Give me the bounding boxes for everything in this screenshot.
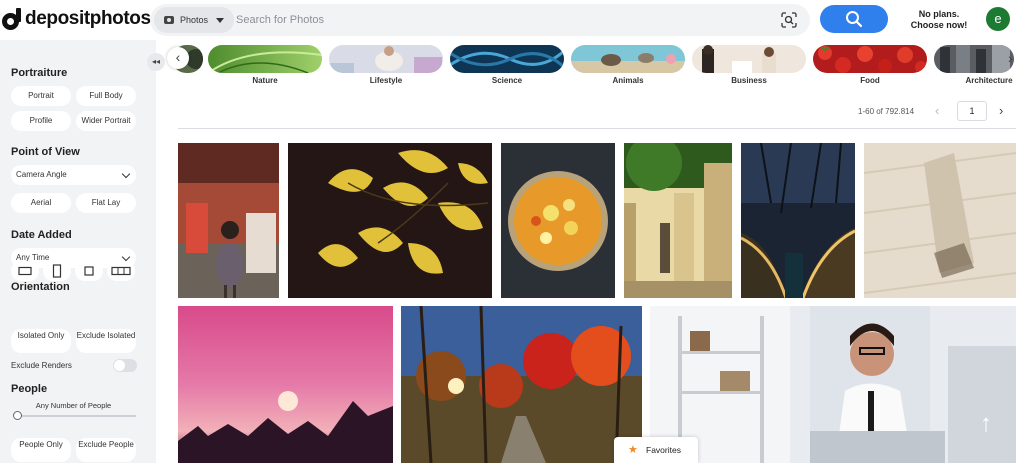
- logo[interactable]: depositphotos: [2, 6, 151, 32]
- photo-night-canal[interactable]: [741, 143, 855, 298]
- scroll-to-top-button[interactable]: ↑: [960, 400, 1012, 450]
- plans-link[interactable]: No plans. Choose now!: [905, 9, 973, 31]
- chevron-down-icon: [121, 252, 131, 262]
- panoramic-orientation-icon: [111, 266, 131, 276]
- category-animals[interactable]: [571, 45, 685, 73]
- filter-full-body[interactable]: Full Body: [76, 86, 136, 106]
- exclude-isolated-button[interactable]: Exclude Isolated: [76, 329, 136, 353]
- photo-wood-texture[interactable]: [864, 143, 1016, 298]
- photo-autumn-forest[interactable]: [401, 306, 642, 463]
- star-icon: ★: [628, 444, 638, 456]
- filter-sidebar: Portraiture Portrait Full Body Profile W…: [0, 40, 156, 463]
- isolated-only-button[interactable]: Isolated Only: [11, 329, 71, 353]
- square-orientation-button[interactable]: [75, 261, 103, 281]
- people-slider-label: Any Number of People: [35, 401, 112, 410]
- search-icon: [846, 11, 863, 28]
- category-label-food: Food: [860, 76, 880, 85]
- photo-girl-street[interactable]: [178, 143, 279, 298]
- vertical-orientation-icon: [52, 264, 62, 278]
- filter-wider-portrait[interactable]: Wider Portrait: [76, 111, 136, 131]
- filter-profile[interactable]: Profile: [11, 111, 71, 131]
- panoramic-orientation-button[interactable]: [107, 261, 135, 281]
- chevron-left-icon: ‹: [175, 49, 181, 65]
- filter-portrait[interactable]: Portrait: [11, 86, 71, 106]
- plans-line-2: Choose now!: [910, 20, 968, 30]
- date-added-title: Date Added: [11, 229, 72, 241]
- horizontal-orientation-button[interactable]: [11, 261, 39, 281]
- search-button[interactable]: [820, 5, 888, 33]
- search-type-label: Photos: [180, 15, 209, 25]
- category-lifestyle[interactable]: [329, 45, 443, 73]
- vertical-orientation-button[interactable]: [43, 261, 71, 281]
- chevron-down-icon: [121, 169, 131, 179]
- category-label-nature: Nature: [252, 76, 278, 85]
- category-label-science: Science: [491, 76, 523, 85]
- category-next-button[interactable]: ›: [1008, 47, 1024, 69]
- search-type-dropdown[interactable]: Photos: [154, 7, 235, 33]
- exclude-renders-label: Exclude Renders: [11, 361, 72, 370]
- results-divider: [178, 128, 1016, 129]
- filter-aerial[interactable]: Aerial: [11, 193, 71, 213]
- category-science[interactable]: [450, 45, 564, 73]
- photo-colonnade[interactable]: [624, 143, 732, 298]
- exclude-renders-toggle[interactable]: [113, 359, 137, 372]
- plans-line-1: No plans.: [918, 9, 960, 19]
- logo-icon: [2, 8, 21, 30]
- page-prev-button[interactable]: ‹: [935, 103, 939, 118]
- photo-pink-sunset[interactable]: [178, 306, 393, 463]
- camera-angle-value: Camera Angle: [16, 170, 67, 179]
- category-label-architecture: Architecture: [965, 76, 1013, 85]
- people-only-button[interactable]: People Only: [11, 438, 71, 462]
- logo-text: depositphotos: [25, 8, 151, 29]
- filter-flat-lay[interactable]: Flat Lay: [76, 193, 136, 213]
- caret-down-icon: [216, 17, 225, 23]
- category-food[interactable]: [813, 45, 927, 73]
- favorites-button[interactable]: ★ Favorites: [614, 437, 698, 463]
- people-title: People: [11, 383, 48, 395]
- favorites-label: Favorites: [646, 445, 681, 455]
- camera-angle-dropdown[interactable]: Camera Angle: [11, 165, 136, 185]
- page-number-input[interactable]: 1: [957, 101, 987, 121]
- category-nature[interactable]: [208, 45, 322, 73]
- visual-search-icon[interactable]: [781, 12, 797, 28]
- search-bar: Photos: [150, 4, 810, 36]
- results-count: 1-60 of 792.814: [858, 107, 915, 116]
- people-slider-handle[interactable]: [13, 411, 22, 420]
- category-label-business: Business: [731, 76, 767, 85]
- camera-icon: [164, 16, 174, 24]
- category-label-lifestyle: Lifestyle: [369, 76, 403, 85]
- avatar[interactable]: e: [986, 7, 1010, 31]
- orientation-title: Orientation: [11, 281, 70, 293]
- horizontal-orientation-icon: [18, 266, 32, 276]
- category-label-animals: Animals: [612, 76, 644, 85]
- photo-soup-bowl[interactable]: [501, 143, 615, 298]
- people-slider-track[interactable]: [16, 415, 136, 417]
- chevron-right-icon: ›: [1008, 50, 1013, 66]
- photo-ginkgo-leaves[interactable]: [288, 143, 492, 298]
- search-input[interactable]: [236, 10, 736, 30]
- page-next-button[interactable]: ›: [999, 103, 1003, 118]
- category-business[interactable]: [692, 45, 806, 73]
- arrow-up-icon: ↑: [980, 410, 992, 437]
- category-architecture[interactable]: [934, 45, 1014, 73]
- top-header: depositphotos Photos No plans. Choose no…: [0, 0, 1024, 40]
- point-of-view-title: Point of View: [11, 146, 80, 158]
- category-prev-button[interactable]: ‹: [167, 47, 189, 69]
- square-orientation-icon: [84, 266, 94, 276]
- exclude-people-button[interactable]: Exclude People: [76, 438, 136, 462]
- portraiture-title: Portraiture: [11, 67, 68, 79]
- collapse-sidebar-button[interactable]: ◂◂: [147, 53, 165, 71]
